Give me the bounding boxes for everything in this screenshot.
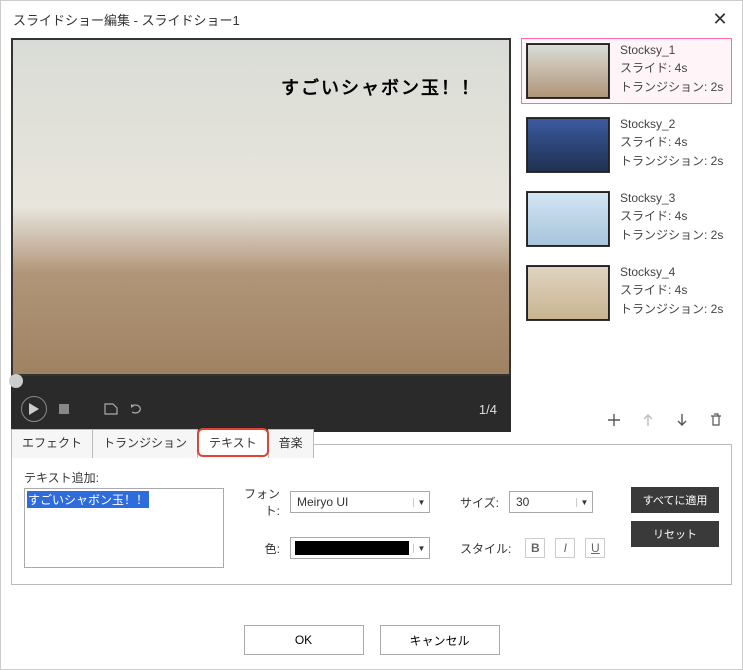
cancel-button[interactable]: キャンセル <box>380 625 500 655</box>
text-input-value: すごいシャボン玉！！ <box>27 491 149 508</box>
slide-item[interactable]: Stocksy_3 スライド: 4s トランジション: 2s <box>521 186 732 252</box>
tab-effect[interactable]: エフェクト <box>11 429 93 458</box>
bold-button[interactable]: B <box>525 538 545 558</box>
snapshot-icon[interactable] <box>103 402 119 416</box>
underline-button[interactable]: U <box>585 538 605 558</box>
slide-duration: スライド: 4s <box>620 207 723 224</box>
slide-name: Stocksy_2 <box>620 117 723 131</box>
preview-frame: すごいシャボン玉！！ <box>11 38 511 376</box>
slide-item[interactable]: Stocksy_4 スライド: 4s トランジション: 2s <box>521 260 732 326</box>
italic-button[interactable]: I <box>555 538 575 558</box>
slide-transition: トランジション: 2s <box>620 226 723 243</box>
window-title: スライドショー編集 - スライドショー1 <box>13 10 240 29</box>
progress-bar[interactable] <box>11 376 511 386</box>
font-label: フォント: <box>236 485 280 519</box>
color-label: 色: <box>236 540 280 557</box>
chevron-down-icon: ▼ <box>576 498 592 507</box>
slide-name: Stocksy_1 <box>620 43 723 57</box>
overlay-text: すごいシャボン玉！！ <box>281 74 481 100</box>
apply-all-button[interactable]: すべてに適用 <box>631 487 719 513</box>
slide-transition: トランジション: 2s <box>620 152 723 169</box>
slide-thumbnail <box>526 265 610 321</box>
stop-button[interactable] <box>59 404 69 414</box>
chevron-down-icon: ▼ <box>413 498 429 507</box>
arrow-down-icon[interactable] <box>674 412 690 428</box>
size-value: 30 <box>510 495 576 509</box>
progress-knob[interactable] <box>9 374 23 388</box>
add-icon[interactable] <box>606 412 622 428</box>
text-add-label: テキスト追加: <box>24 469 224 486</box>
play-button[interactable] <box>21 396 47 422</box>
slide-duration: スライド: 4s <box>620 281 723 298</box>
tab-transition[interactable]: トランジション <box>92 429 198 458</box>
slides-list: Stocksy_1 スライド: 4s トランジション: 2s Stocksy_2… <box>521 38 732 326</box>
font-value: Meiryo UI <box>291 495 413 509</box>
slide-thumbnail <box>526 191 610 247</box>
slide-transition: トランジション: 2s <box>620 78 723 95</box>
tab-text[interactable]: テキスト <box>197 428 269 457</box>
slide-thumbnail <box>526 117 610 173</box>
slide-duration: スライド: 4s <box>620 59 723 76</box>
slide-thumbnail <box>526 43 610 99</box>
reset-button[interactable]: リセット <box>631 521 719 547</box>
slide-name: Stocksy_4 <box>620 265 723 279</box>
size-label: サイズ: <box>460 494 499 511</box>
style-label: スタイル: <box>460 540 511 557</box>
slide-counter: 1/4 <box>479 402 501 417</box>
slide-duration: スライド: 4s <box>620 133 723 150</box>
arrow-up-icon[interactable] <box>640 412 656 428</box>
slide-item[interactable]: Stocksy_1 スライド: 4s トランジション: 2s <box>521 38 732 104</box>
font-select[interactable]: Meiryo UI ▼ <box>290 491 430 513</box>
loop-icon[interactable] <box>129 402 145 416</box>
color-swatch <box>295 541 409 555</box>
text-input[interactable]: すごいシャボン玉！！ <box>24 488 224 568</box>
ok-button[interactable]: OK <box>244 625 364 655</box>
trash-icon[interactable] <box>708 412 724 428</box>
slide-transition: トランジション: 2s <box>620 300 723 317</box>
size-select[interactable]: 30 ▼ <box>509 491 593 513</box>
close-icon[interactable]: ✕ <box>710 9 730 30</box>
slide-name: Stocksy_3 <box>620 191 723 205</box>
tab-music[interactable]: 音楽 <box>268 429 314 458</box>
chevron-down-icon: ▼ <box>413 544 429 553</box>
slide-item[interactable]: Stocksy_2 スライド: 4s トランジション: 2s <box>521 112 732 178</box>
color-select[interactable]: ▼ <box>290 537 430 559</box>
